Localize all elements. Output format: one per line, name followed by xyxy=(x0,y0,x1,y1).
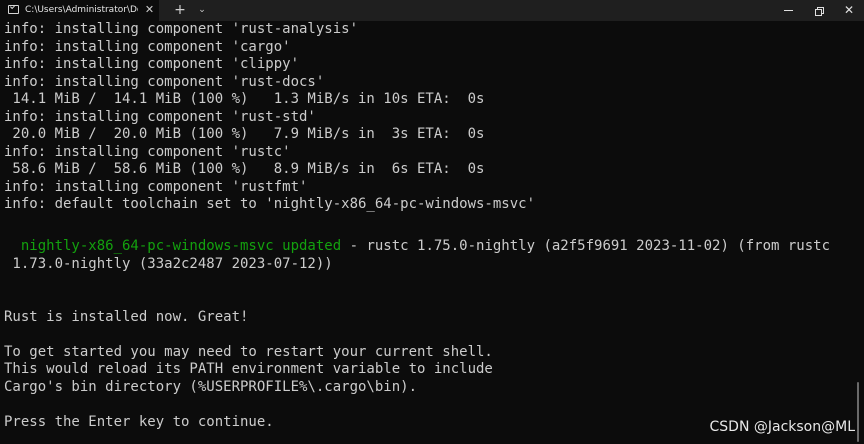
toolchain-version-cont: 1.73.0-nightly (33a2c2487 2023-07-12)) xyxy=(4,256,333,272)
progress-line: 58.6 MiB / 58.6 MiB (100 %) 8.9 MiB/s in… xyxy=(4,161,485,177)
output-line: info: installing component 'rust-docs' xyxy=(4,73,325,90)
minimize-button[interactable] xyxy=(774,0,804,21)
tab-command-prompt[interactable]: C:\Users\Administrator\Downl ✕ xyxy=(0,0,159,21)
terminal-window: C:\Users\Administrator\Downl ✕ + ⌄ ✕ inf… xyxy=(0,0,864,444)
output-line: info: installing component 'clippy' xyxy=(4,56,300,72)
new-tab-button[interactable]: + xyxy=(172,2,188,18)
terminal-icon xyxy=(8,5,19,14)
output-line: info: default toolchain set to 'nightly-… xyxy=(4,196,536,212)
close-icon: ✕ xyxy=(843,3,855,17)
restart-line: To get started you may need to restart y… xyxy=(4,343,493,360)
restart-line: This would reload its PATH environment v… xyxy=(4,361,493,377)
restart-line: Cargo's bin directory (%USERPROFILE%\.ca… xyxy=(4,378,418,395)
restore-icon xyxy=(815,7,824,16)
progress-line: 20.0 MiB / 20.0 MiB (100 %) 7.9 MiB/s in… xyxy=(4,126,485,142)
output-line: info: installing component 'rustc' xyxy=(4,143,291,160)
output-line: info: installing component 'rust-analysi… xyxy=(4,21,359,37)
watermark: CSDN @Jackson@ML xyxy=(709,419,856,435)
restore-button[interactable] xyxy=(804,0,834,21)
output-line: info: installing component 'rustfmt' xyxy=(4,178,308,195)
title-bar: C:\Users\Administrator\Downl ✕ + ⌄ ✕ xyxy=(0,0,864,21)
output-line: info: installing component 'cargo' xyxy=(4,38,291,55)
terminal-output[interactable]: info: installing component 'rust-analysi… xyxy=(0,21,851,444)
close-button[interactable]: ✕ xyxy=(834,0,864,21)
continue-prompt: Press the Enter key to continue. xyxy=(4,413,274,430)
scrollbar[interactable] xyxy=(851,21,864,444)
installed-message: Rust is installed now. Great! xyxy=(4,308,249,325)
tab-close-icon[interactable]: ✕ xyxy=(143,3,156,17)
toolchain-version: - rustc 1.75.0-nightly (a2f5f9691 2023-1… xyxy=(341,238,831,254)
progress-line: 14.1 MiB / 14.1 MiB (100 %) 1.3 MiB/s in… xyxy=(4,91,485,107)
output-line: info: installing component 'rust-std' xyxy=(4,108,316,125)
scrollbar-thumb[interactable] xyxy=(857,382,859,442)
tab-title: C:\Users\Administrator\Downl xyxy=(25,5,138,15)
chevron-down-icon[interactable]: ⌄ xyxy=(195,3,209,17)
minimize-icon xyxy=(784,10,793,11)
toolchain-updated-line: nightly-x86_64-pc-windows-msvc updated -… xyxy=(4,238,830,256)
toolchain-name: nightly-x86_64-pc-windows-msvc updated xyxy=(4,238,342,254)
